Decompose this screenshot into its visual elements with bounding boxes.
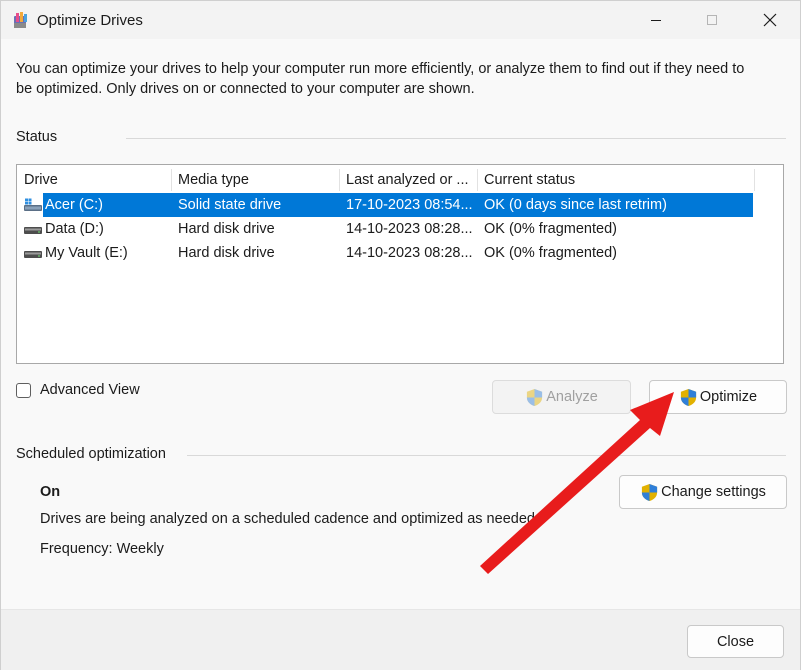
drives-list-header: Drive Media type Last analyzed or ... Cu… xyxy=(17,165,783,191)
drive-row[interactable]: Data (D:) Hard disk drive 14-10-2023 08:… xyxy=(17,217,754,241)
schedule-description: Drives are being analyzed on a scheduled… xyxy=(40,511,539,527)
scheduled-group-label: Scheduled optimization xyxy=(16,446,166,462)
uac-shield-icon xyxy=(641,483,658,501)
status-group-label: Status xyxy=(16,129,58,145)
media-type: Solid state drive xyxy=(178,197,282,213)
column-header-drive[interactable]: Drive xyxy=(17,165,171,191)
drive-row[interactable]: Acer (C:) Solid state drive 17-10-2023 0… xyxy=(17,193,754,217)
analyze-button-label: Analyze xyxy=(546,389,598,405)
optimize-button-label: Optimize xyxy=(699,389,758,405)
current-status: OK (0% fragmented) xyxy=(484,245,617,261)
minimize-icon xyxy=(651,20,661,21)
close-button[interactable]: Close xyxy=(687,625,784,658)
title-bar: Optimize Drives xyxy=(1,1,800,39)
uac-shield-icon xyxy=(527,388,543,406)
column-header-media-type[interactable]: Media type xyxy=(171,165,339,191)
column-header-last-analyzed[interactable]: Last analyzed or ... xyxy=(339,165,477,191)
maximize-button[interactable] xyxy=(689,1,735,39)
last-analyzed: 14-10-2023 08:28... xyxy=(346,245,473,261)
hard-drive-icon xyxy=(24,227,42,234)
schedule-frequency: Frequency: Weekly xyxy=(40,541,164,557)
current-status: OK (0 days since last retrim) xyxy=(484,197,667,213)
current-status: OK (0% fragmented) xyxy=(484,221,617,237)
column-separator[interactable] xyxy=(754,169,755,191)
scheduled-divider xyxy=(187,455,786,456)
optimize-drives-app-icon xyxy=(14,12,27,28)
drive-row[interactable]: My Vault (E:) Hard disk drive 14-10-2023… xyxy=(17,241,754,265)
column-header-current-status[interactable]: Current status xyxy=(477,165,754,191)
close-icon xyxy=(763,13,777,27)
dialog-content: You can optimize your drives to help you… xyxy=(1,39,800,609)
advanced-view-label[interactable]: Advanced View xyxy=(40,382,140,398)
maximize-icon xyxy=(707,15,717,25)
hard-drive-icon xyxy=(24,251,42,258)
optimize-drives-window: Optimize Drives You can optimize your dr… xyxy=(0,0,801,670)
media-type: Hard disk drive xyxy=(178,245,275,261)
drives-list[interactable]: Drive Media type Last analyzed or ... Cu… xyxy=(16,164,784,364)
last-analyzed: 17-10-2023 08:54... xyxy=(346,197,473,213)
intro-text: You can optimize your drives to help you… xyxy=(16,61,745,97)
drive-name: My Vault (E:) xyxy=(45,245,128,261)
window-title: Optimize Drives xyxy=(37,12,143,29)
close-window-button[interactable] xyxy=(747,1,793,39)
advanced-view-checkbox[interactable] xyxy=(16,383,31,398)
dialog-footer: Close xyxy=(1,609,800,670)
media-type: Hard disk drive xyxy=(178,221,275,237)
change-settings-button-label: Change settings xyxy=(661,484,766,500)
analyze-button[interactable]: Analyze xyxy=(492,380,631,414)
drive-name: Data (D:) xyxy=(45,221,104,237)
drive-name: Acer (C:) xyxy=(45,197,103,213)
windows-system-drive-icon xyxy=(24,198,42,211)
last-analyzed: 14-10-2023 08:28... xyxy=(346,221,473,237)
uac-shield-icon xyxy=(680,388,696,406)
optimize-button[interactable]: Optimize xyxy=(649,380,787,414)
close-button-label: Close xyxy=(716,633,755,650)
change-settings-button[interactable]: Change settings xyxy=(619,475,787,509)
schedule-state: On xyxy=(40,484,61,500)
status-divider xyxy=(126,138,786,139)
minimize-button[interactable] xyxy=(633,1,679,39)
